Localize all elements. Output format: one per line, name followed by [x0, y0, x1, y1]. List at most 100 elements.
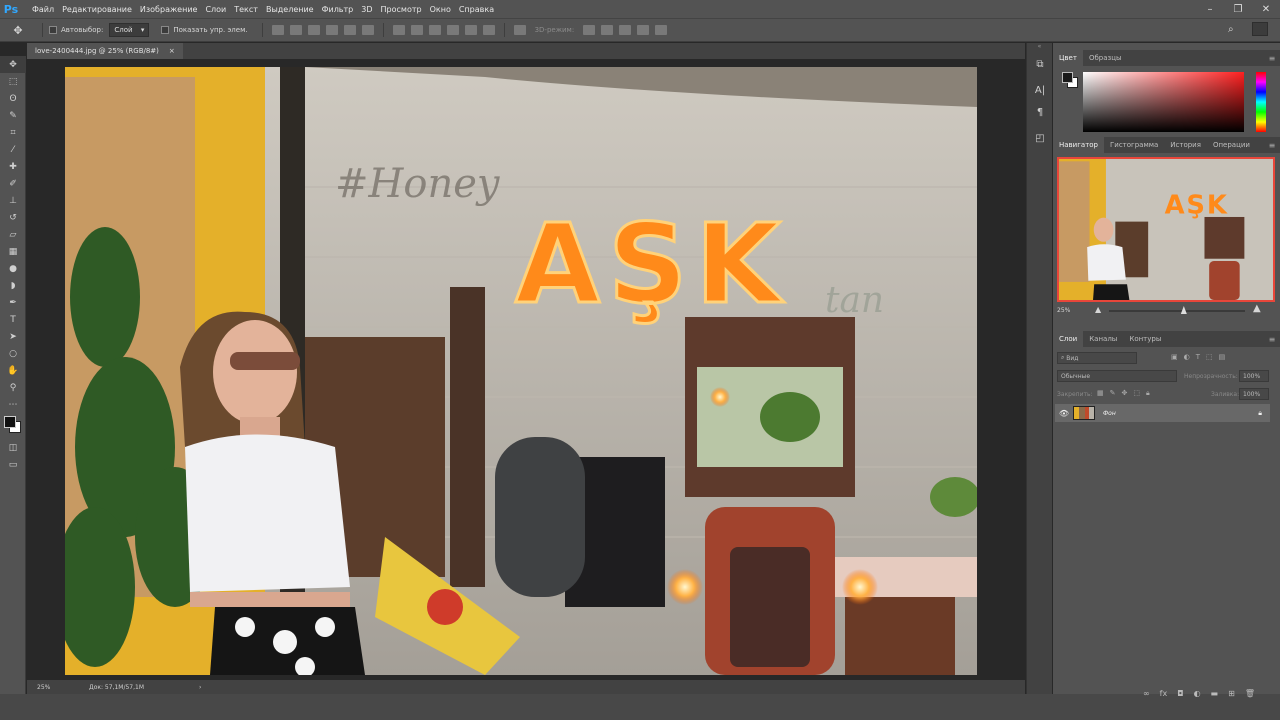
distribute-left-icon[interactable] [446, 25, 459, 35]
tab-channels[interactable]: Каналы [1083, 331, 1123, 347]
collapse-arrows-icon[interactable]: « [1027, 43, 1052, 53]
visibility-eye-icon[interactable]: 👁︎ [1055, 409, 1073, 418]
gradient-tool-icon[interactable]: ▦ [0, 243, 26, 260]
menu-item[interactable]: Просмотр [377, 5, 426, 14]
zoom-in-icon[interactable]: ▲ [1253, 303, 1261, 314]
distribute-bottom-icon[interactable] [428, 25, 441, 35]
tab-actions[interactable]: Операции [1207, 137, 1256, 153]
delete-layer-icon[interactable]: 🗑︎ [1245, 689, 1255, 698]
align-hcenter-icon[interactable] [343, 25, 356, 35]
adjustment-layer-icon[interactable]: ◐ [1194, 689, 1201, 698]
crop-tool-icon[interactable]: ⌗ [0, 124, 26, 141]
foreground-color-swatch[interactable] [1062, 72, 1073, 83]
lock-transparent-icon[interactable]: ▦ [1097, 389, 1104, 398]
clone-stamp-tool-icon[interactable]: ⊥ [0, 192, 26, 209]
distribute-vcenter-icon[interactable] [410, 25, 423, 35]
path-select-tool-icon[interactable]: ➤ [0, 328, 26, 345]
pen-tool-icon[interactable]: ✒ [0, 294, 26, 311]
show-transform-checkbox[interactable] [161, 26, 170, 34]
restore-icon[interactable]: ❐ [1228, 0, 1248, 18]
canvas-area[interactable]: #Honey tan AŞK [27, 59, 1025, 680]
quick-mask-icon[interactable]: ◫ [0, 439, 26, 456]
panel-menu-icon[interactable]: ≡ [1264, 331, 1280, 347]
lock-artboard-icon[interactable]: ⬚ [1133, 389, 1140, 398]
zoom-slider-thumb[interactable] [1180, 306, 1187, 314]
layer-name[interactable]: Фон [1103, 410, 1116, 417]
screen-mode-icon[interactable]: ▭ [0, 456, 26, 473]
panel-menu-icon[interactable]: ≡ [1264, 137, 1280, 153]
panel-menu-icon[interactable]: ≡ [1264, 50, 1280, 66]
tab-histogram[interactable]: Гистограмма [1104, 137, 1164, 153]
hue-slider[interactable] [1256, 72, 1266, 132]
3d-rotate-icon[interactable] [583, 25, 596, 35]
status-menu-arrow[interactable]: › [199, 684, 201, 691]
zoom-tool-icon[interactable]: ⚲ [0, 379, 26, 396]
navigator-preview[interactable]: AŞK [1057, 157, 1275, 302]
blend-mode-select[interactable]: Обычные [1057, 370, 1177, 382]
distribute-right-icon[interactable] [482, 25, 495, 35]
workspace-switcher[interactable] [1252, 22, 1268, 36]
autoselect-dropdown[interactable]: Слой ▾ [109, 23, 150, 37]
menu-item[interactable]: Окно [426, 5, 455, 14]
move-tool-icon[interactable]: ✥ [0, 56, 26, 73]
tab-history[interactable]: История [1164, 137, 1207, 153]
menu-item[interactable]: Фильтр [318, 5, 358, 14]
opacity-field[interactable]: 100% [1239, 370, 1269, 382]
autoselect-checkbox[interactable] [49, 26, 57, 34]
zoom-level[interactable]: 25% [27, 684, 57, 691]
zoom-out-icon[interactable]: ▲ [1095, 305, 1101, 314]
navigator-zoom[interactable]: 25% [1057, 307, 1070, 314]
lock-pixels-icon[interactable]: ✎ [1110, 389, 1116, 398]
history-brush-tool-icon[interactable]: ↺ [0, 209, 26, 226]
filter-shape-icon[interactable]: ⬚ [1206, 353, 1213, 361]
menu-item[interactable]: Редактирование [58, 5, 136, 14]
menu-item[interactable]: 3D [357, 5, 376, 14]
layer-style-icon[interactable]: fx [1160, 689, 1168, 698]
menu-item[interactable]: Изображение [136, 5, 202, 14]
color-field[interactable] [1083, 72, 1244, 132]
minimize-icon[interactable]: – [1200, 0, 1220, 18]
tab-swatches[interactable]: Образцы [1083, 50, 1128, 66]
3d-pan-icon[interactable] [619, 25, 632, 35]
filter-adjust-icon[interactable]: ◐ [1184, 353, 1190, 361]
more-tools-icon[interactable]: ⋯ [0, 396, 26, 413]
menu-item[interactable]: Файл [28, 5, 58, 14]
3d-scale-icon[interactable] [655, 25, 668, 35]
adjustments-panel-icon[interactable]: ◰ [1027, 127, 1053, 149]
link-layers-icon[interactable]: ∞ [1143, 689, 1150, 698]
fill-field[interactable]: 100% [1239, 388, 1269, 400]
align-right-icon[interactable] [361, 25, 374, 35]
search-icon[interactable]: ⌕ [1228, 24, 1234, 35]
menu-item[interactable]: Слои [201, 5, 230, 14]
properties-panel-icon[interactable]: ⧉ [1027, 53, 1053, 75]
lock-position-icon[interactable]: ✥ [1122, 389, 1128, 398]
align-vcenter-icon[interactable] [289, 25, 302, 35]
layer-filter-search[interactable]: ⌕ Вид [1057, 352, 1137, 364]
filter-pixel-icon[interactable]: ▣ [1171, 353, 1178, 361]
auto-align-icon[interactable] [513, 25, 526, 35]
tab-navigator[interactable]: Навигатор [1053, 137, 1104, 153]
3d-roll-icon[interactable] [601, 25, 614, 35]
tab-color[interactable]: Цвет [1053, 50, 1083, 66]
quick-select-tool-icon[interactable]: ✎ [0, 107, 26, 124]
hand-tool-icon[interactable]: ✋ [0, 362, 26, 379]
close-tab-icon[interactable]: × [169, 47, 175, 55]
menu-item[interactable]: Текст [230, 5, 262, 14]
distribute-top-icon[interactable] [392, 25, 405, 35]
paragraph-panel-icon[interactable]: ¶ [1027, 101, 1053, 123]
tab-paths[interactable]: Контуры [1123, 331, 1167, 347]
zoom-slider[interactable] [1109, 306, 1245, 314]
color-swatches[interactable] [0, 413, 26, 439]
blur-tool-icon[interactable]: ● [0, 260, 26, 277]
close-icon[interactable]: ✕ [1256, 0, 1276, 18]
filter-type-icon[interactable]: T [1196, 353, 1200, 361]
move-tool-icon[interactable]: ✥ [0, 24, 36, 37]
dodge-tool-icon[interactable]: ◗ [0, 277, 26, 294]
document-image[interactable]: #Honey tan AŞK [65, 67, 977, 675]
shape-tool-icon[interactable]: ○ [0, 345, 26, 362]
3d-slide-icon[interactable] [637, 25, 650, 35]
healing-brush-tool-icon[interactable]: ✚ [0, 158, 26, 175]
brush-tool-icon[interactable]: ✐ [0, 175, 26, 192]
align-top-icon[interactable] [271, 25, 284, 35]
new-group-icon[interactable]: ▬ [1211, 689, 1219, 698]
